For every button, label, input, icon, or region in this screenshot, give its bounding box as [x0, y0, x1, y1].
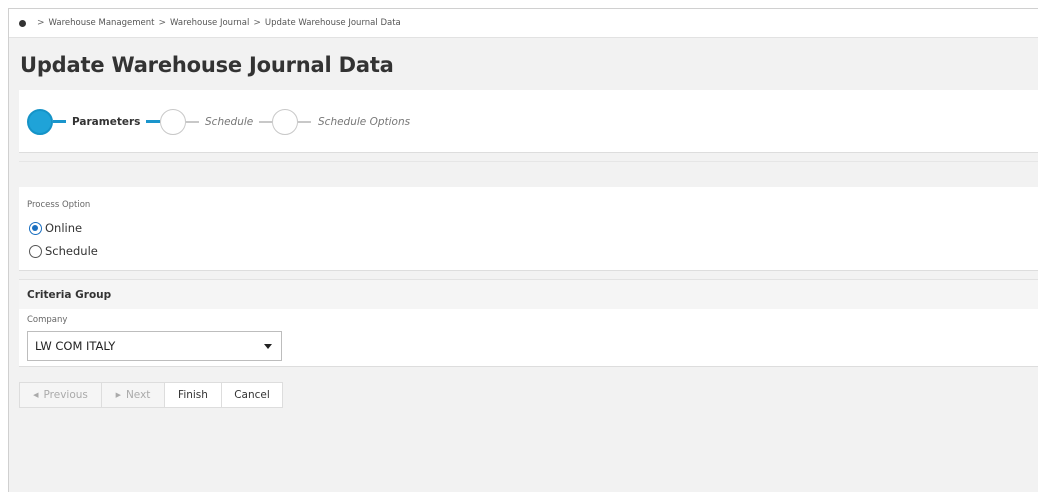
- criteria-group-header: Criteria Group: [19, 279, 1038, 309]
- triangle-right-icon: ▶: [115, 391, 121, 399]
- wizard-steps: Parameters Schedule Schedule Options: [19, 90, 1038, 153]
- chevron-right-icon: >: [37, 18, 45, 28]
- wizard-step-label: Parameters: [72, 115, 141, 128]
- radio-unchecked-icon[interactable]: [29, 244, 42, 258]
- caret-down-icon: [264, 344, 272, 349]
- wizard-button-bar: ◀ Previous ▶ Next Finish Cancel: [19, 382, 283, 408]
- cancel-button[interactable]: Cancel: [221, 382, 283, 408]
- step-connector: [298, 120, 312, 123]
- chevron-right-icon: >: [253, 18, 261, 28]
- wizard-step-schedule[interactable]: Schedule: [205, 90, 312, 153]
- cancel-button-label: Cancel: [234, 389, 270, 401]
- wizard-step-schedule-options[interactable]: Schedule Options: [318, 90, 410, 153]
- previous-button[interactable]: ◀ Previous: [19, 382, 102, 408]
- finish-button[interactable]: Finish: [164, 382, 222, 408]
- step-circle-icon: [272, 108, 299, 135]
- previous-button-label: Previous: [43, 389, 88, 401]
- section-spacer: [19, 161, 1038, 187]
- step-circle-icon: [27, 108, 53, 135]
- breadcrumb-current-page: Update Warehouse Journal Data: [264, 18, 401, 28]
- company-select[interactable]: LW COM ITALY: [27, 331, 282, 361]
- step-connector: [146, 120, 161, 123]
- radio-schedule-label: Schedule: [45, 244, 98, 258]
- breadcrumb-warehouse-management[interactable]: Warehouse Management: [49, 18, 155, 28]
- step-circle-icon: [160, 108, 187, 135]
- step-connector: [53, 120, 66, 123]
- radio-schedule[interactable]: Schedule: [29, 244, 98, 258]
- wizard-step-label: Schedule: [205, 115, 254, 128]
- process-option-label: Process Option: [27, 200, 91, 210]
- radio-online-label: Online: [45, 221, 83, 235]
- home-icon[interactable]: [19, 19, 26, 27]
- wizard-step-parameters[interactable]: Parameters: [27, 90, 200, 153]
- process-option-panel: Process Option Online Schedule: [19, 187, 1038, 271]
- criteria-group-panel: Company LW COM ITALY: [19, 309, 1038, 367]
- triangle-left-icon: ◀: [33, 391, 39, 399]
- step-connector: [259, 120, 273, 123]
- company-select-value: LW COM ITALY: [35, 339, 116, 353]
- breadcrumb-warehouse-journal[interactable]: Warehouse Journal: [170, 18, 249, 28]
- next-button[interactable]: ▶ Next: [101, 382, 165, 408]
- criteria-group-title: Criteria Group: [27, 288, 112, 301]
- step-connector: [186, 120, 200, 123]
- finish-button-label: Finish: [178, 389, 208, 401]
- wizard-step-label: Schedule Options: [318, 115, 411, 128]
- breadcrumb: > Warehouse Management > Warehouse Journ…: [9, 9, 1038, 38]
- app-frame: > Warehouse Management > Warehouse Journ…: [8, 8, 1038, 492]
- company-label: Company: [27, 315, 68, 325]
- page-title: Update Warehouse Journal Data: [20, 53, 394, 77]
- chevron-right-icon: >: [158, 18, 167, 28]
- radio-checked-icon[interactable]: [29, 221, 42, 235]
- next-button-label: Next: [125, 389, 151, 401]
- radio-online[interactable]: Online: [29, 221, 82, 235]
